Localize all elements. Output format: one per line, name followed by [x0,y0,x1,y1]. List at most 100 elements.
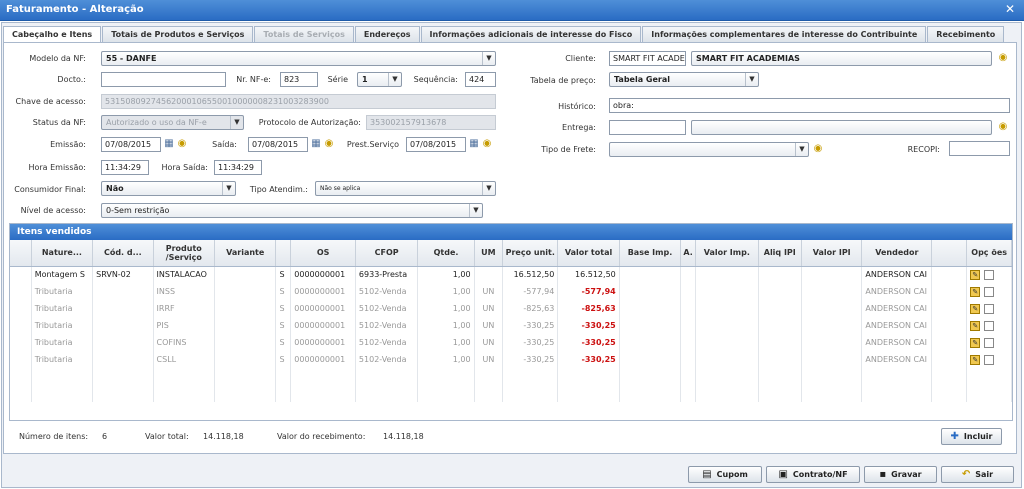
frete-select[interactable]: ▼ [609,142,809,157]
edit-icon[interactable]: ✎ [970,269,981,280]
table-row[interactable]: Tributaria INSS S 0000000001 5102-Venda 1,00 U… [10,283,1012,300]
chevron-down-icon: ▼ [388,73,401,86]
prest-field[interactable]: 07/08/2015 [406,137,466,152]
table-row[interactable]: Tributaria COFINS S 0000000001 5102-Venda 1,0… [10,334,1012,351]
col-valor-imp[interactable]: Valor Imp. [695,240,759,267]
cliente-name-field[interactable]: SMART FIT ACADEMIAS [691,51,992,66]
entrega-name-field[interactable] [691,120,992,135]
row-checkbox[interactable] [984,286,995,297]
serie-value: 1 [362,75,368,84]
cell-s: S [275,283,292,300]
tab-info-fisco[interactable]: Informações adicionais de interesse do F… [420,26,642,42]
col-aliq-ipi[interactable]: Aliq IPI [758,240,802,267]
flashlight-icon[interactable]: ◉ [997,121,1009,133]
col-natureza[interactable]: Nature... [31,240,94,267]
cell-aliq-ipi [758,266,802,283]
serie-select[interactable]: 1 ▼ [357,72,402,87]
flashlight-icon[interactable]: ◉ [323,138,335,150]
col-codigo[interactable]: Cód. d... [92,240,154,267]
emissao-label: Emissão: [50,140,86,149]
edit-icon[interactable]: ✎ [970,354,981,365]
gravar-button[interactable]: ▪ Gravar [864,466,937,483]
table-row[interactable]: Tributaria IRRF S 0000000001 5102-Venda 1,00 U… [10,300,1012,317]
row-checkbox[interactable] [984,303,995,314]
consumidor-select[interactable]: Não ▼ [101,181,236,196]
tipo-atend-select[interactable]: Não se aplica ▼ [315,181,496,196]
table-row[interactable]: Tributaria PIS S 0000000001 5102-Venda 1,00 UN… [10,317,1012,334]
cell-os: 0000000001 [290,334,356,351]
cell-os [290,368,356,385]
edit-icon[interactable]: ✎ [970,286,981,297]
cell-natureza: Tributaria [31,283,94,300]
table-row[interactable] [10,385,1012,402]
calendar-icon[interactable]: ▦ [468,138,480,150]
cell-natureza [31,385,94,402]
cell-um [474,266,504,283]
flashlight-icon[interactable]: ◉ [176,138,188,150]
cupom-button[interactable]: ▤ Cupom [688,466,762,483]
col-produto[interactable]: Produto /Serviço [153,240,216,267]
hora-emissao-field[interactable]: 11:34:29 [101,160,149,175]
col-variante[interactable]: Variante [214,240,277,267]
flashlight-icon[interactable]: ◉ [481,138,493,150]
row-checkbox[interactable] [984,354,995,365]
modelo-select[interactable]: 55 - DANFE ▼ [101,51,496,66]
col-valor-ipi[interactable]: Valor IPI [801,240,863,267]
close-icon[interactable]: ✕ [1005,2,1015,16]
historico-field[interactable]: obra: [609,98,1010,113]
contrato-button[interactable]: ▣ Contrato/NF [766,466,860,483]
cell-s: S [275,351,292,368]
nrnfe-field[interactable]: 823 [280,72,318,87]
saida-field[interactable]: 07/08/2015 [248,137,308,152]
hora-saida-field[interactable]: 11:34:29 [214,160,262,175]
col-vendedor[interactable]: Vendedor [861,240,933,267]
col-valor-total[interactable]: Valor total [557,240,620,267]
cell-valor-imp [695,266,759,283]
col-a[interactable]: A. [680,240,697,267]
tab-recebimento[interactable]: Recebimento [927,26,1005,42]
tabela-label: Tabela de preço: [530,76,596,85]
recopi-field[interactable] [949,141,1010,156]
sair-button[interactable]: ↶ Sair [941,466,1014,483]
incluir-button[interactable]: ✚ Incluir [941,428,1002,445]
table-row[interactable]: Tributaria CSLL S 0000000001 5102-Venda 1,00 U… [10,351,1012,368]
table-row[interactable]: Montagem S SRVN-02 INSTALACAO S 0000000001 69… [10,266,1012,283]
col-um[interactable]: UM [474,240,504,267]
col-preco[interactable]: Preço unit. [502,240,559,267]
row-checkbox[interactable] [984,337,995,348]
table-row[interactable] [10,368,1012,385]
nivel-select[interactable]: 0-Sem restrição ▼ [101,203,483,218]
cell-base-imp [619,351,682,368]
protocolo-label: Protocolo de Autorização: [258,118,361,127]
flashlight-icon[interactable]: ◉ [812,143,824,155]
col-os[interactable]: OS [290,240,356,267]
tab-info-contribuinte[interactable]: Informações complementares de interesse … [642,26,927,42]
row-checkbox[interactable] [984,320,995,331]
edit-icon[interactable]: ✎ [970,303,981,314]
edit-icon[interactable]: ✎ [970,337,981,348]
cell-valor-ipi [801,300,863,317]
tab-totais-produtos[interactable]: Totais de Produtos e Serviços [102,26,254,42]
tabela-select[interactable]: Tabela Geral ▼ [609,72,759,87]
num-itens-value: 6 [102,432,108,441]
cell-preco: -825,63 [502,300,559,317]
edit-icon[interactable]: ✎ [970,320,981,331]
docto-field[interactable] [101,72,226,87]
calendar-icon[interactable]: ▦ [310,138,322,150]
col-cfop[interactable]: CFOP [355,240,419,267]
col-opcoes: Opç ões [966,240,1012,267]
cliente-code-field[interactable]: SMART FIT ACADEMIAS [609,51,686,66]
col-qtde[interactable]: Qtde. [417,240,475,267]
tab-cabecalho[interactable]: Cabeçalho e Itens [3,26,102,43]
emissao-field[interactable]: 07/08/2015 [101,137,161,152]
calendar-icon[interactable]: ▦ [163,138,175,150]
cell-os: 0000000001 [290,317,356,334]
row-checkbox[interactable] [984,269,995,280]
flashlight-icon[interactable]: ◉ [997,52,1009,64]
col-s[interactable] [275,240,292,267]
cell-um: UN [474,317,504,334]
tab-enderecos[interactable]: Endereços [354,26,420,42]
col-base-imp[interactable]: Base Imp. [619,240,682,267]
sequencia-field[interactable]: 424 [465,72,496,87]
entrega-code-field[interactable] [609,120,686,135]
